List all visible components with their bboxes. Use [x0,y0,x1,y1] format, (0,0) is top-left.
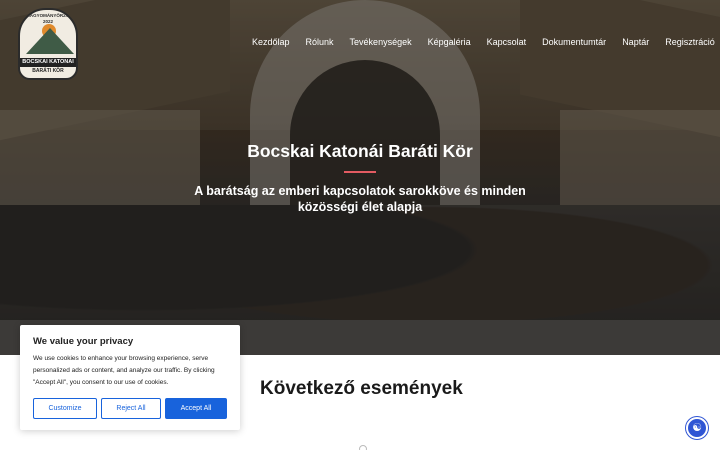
nav-item-home[interactable]: Kezdőlap [252,37,290,47]
nav-item-activities[interactable]: Tevékenységek [350,37,412,47]
hero-subtitle: A barátság az emberi kapcsolatok sarokkö… [194,184,526,214]
logo-mountain [26,28,74,54]
nav-item-documents[interactable]: Dokumentumtár [542,37,606,47]
logo-subname: BARÁTI KÖR [32,68,64,74]
cookie-title: We value your privacy [33,336,134,347]
hero-title: Bocskai Katonái Baráti Kör [247,141,473,161]
nav-item-gallery[interactable]: Képgaléria [428,37,471,47]
loading-icon [359,445,367,450]
nav-item-calendar[interactable]: Naptár [622,37,649,47]
logo-year: 2022 [42,19,53,24]
cookie-accept-button[interactable]: Accept All [165,398,227,419]
main-navigation: Kezdőlap Rólunk Tevékenységek Képgaléria… [252,37,715,47]
accessibility-button[interactable]: ☯ [686,417,708,439]
cookie-consent-banner: We value your privacy We use cookies to … [20,325,240,430]
site-logo[interactable]: HAGYOMÁNYŐRZŐ 2022 BOCSKAI KATONAI BARÁT… [18,8,78,80]
logo-ring-text: HAGYOMÁNYŐRZŐ [26,13,70,18]
nav-item-contact[interactable]: Kapcsolat [487,37,527,47]
nav-item-about[interactable]: Rólunk [306,37,334,47]
cookie-customize-button[interactable]: Customize [33,398,97,419]
cookie-text: We use cookies to enhance your browsing … [33,355,215,386]
hero-section [0,0,720,355]
accessibility-icon: ☯ [692,422,702,434]
cookie-reject-button[interactable]: Reject All [101,398,161,419]
events-section-title: Következő események [260,378,463,399]
nav-item-registration[interactable]: Regisztráció [665,37,715,47]
hero-divider [344,171,376,173]
logo-name: BOCSKAI KATONAI [20,58,76,67]
hero-overlay [0,0,720,355]
